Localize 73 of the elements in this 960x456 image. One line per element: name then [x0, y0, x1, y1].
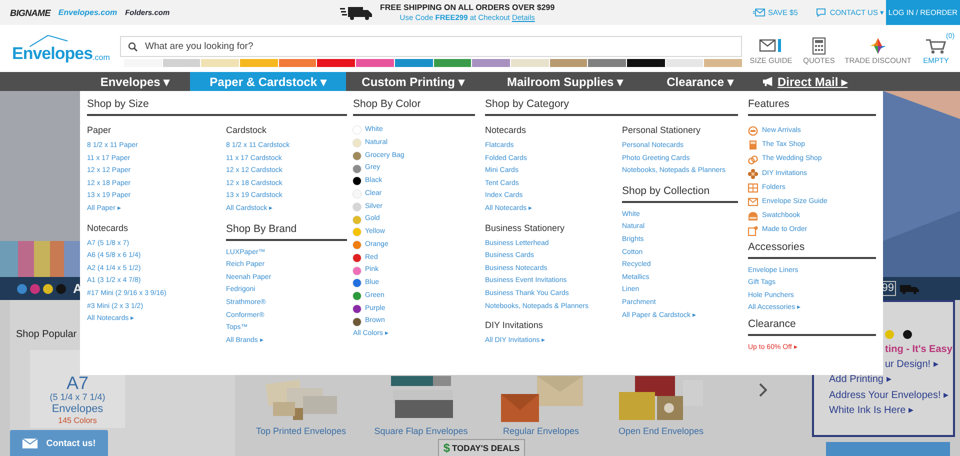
color-swatch[interactable]: [510, 59, 549, 67]
envelope-icon: [748, 197, 758, 208]
color-swatch[interactable]: [317, 59, 356, 67]
search-field[interactable]: What are you looking for?: [120, 36, 742, 57]
size-dimensions: (5 1/4 x 7 1/4): [48, 392, 106, 403]
menu-group-title: Notecards: [87, 222, 130, 234]
shipping-text: FREE SHIPPING ON ALL ORDERS OVER $299: [380, 2, 555, 12]
printing-link[interactable]: Address Your Envelopes! ▸: [829, 388, 953, 403]
cart-icon: [924, 36, 948, 54]
menu-heading: Shop By Color: [353, 97, 475, 116]
color-swatch[interactable]: [666, 59, 704, 67]
new-badge-icon: [748, 126, 758, 136]
rings-icon: [748, 154, 758, 164]
flower-icon: [748, 168, 758, 179]
product-link[interactable]: Square Flap Envelopes: [374, 426, 468, 437]
nav-tab[interactable]: Envelopes ▾: [80, 72, 190, 91]
color-swatch[interactable]: [356, 59, 394, 67]
site-logo[interactable]: Envelopes.com: [12, 34, 112, 64]
color-swatch[interactable]: [162, 59, 200, 67]
menu-group-title: Paper: [87, 124, 112, 136]
product-link[interactable]: Regular Envelopes: [502, 426, 580, 437]
envelope-icon: [22, 438, 38, 448]
product-label: Envelopes: [50, 403, 104, 416]
document-icon: [748, 226, 758, 236]
product-link[interactable]: Top Printed Envelopes: [256, 426, 346, 437]
menu-group-title: Business Stationery: [485, 222, 566, 234]
menu-heading: Accessories: [748, 240, 876, 259]
menu-heading: Shop by Category: [485, 97, 738, 116]
menu-group-title: Personal Stationery: [622, 124, 702, 136]
color-swatch[interactable]: [240, 59, 278, 67]
color-swatch[interactable]: [588, 59, 626, 67]
size-label: A7: [65, 374, 90, 392]
printing-link[interactable]: White Ink Is Here ▸: [829, 402, 953, 418]
printing-link[interactable]: Add Printing ▸: [829, 372, 953, 388]
envelope-icon: [753, 8, 765, 17]
calculator-icon: [748, 140, 758, 150]
menu-heading: Clearance: [748, 317, 876, 336]
menu-group-title: Notecards: [485, 124, 528, 136]
envelope-ruler-icon: [759, 36, 783, 54]
contact-button[interactable]: Contact us!: [10, 430, 108, 456]
site-logo[interactable]: Envelopes.com: [58, 8, 118, 17]
menu-heading: Shop by Collection: [622, 184, 738, 203]
nav-tab[interactable]: Direct Mail ▸: [750, 72, 860, 91]
chat-icon: [814, 8, 827, 17]
color-swatch[interactable]: [704, 59, 742, 67]
color-swatch[interactable]: [434, 59, 472, 67]
menu-heading: Shop by Size: [87, 97, 347, 116]
menu-group-title: Cardstock: [226, 124, 268, 136]
color-swatch[interactable]: [394, 59, 432, 67]
nav-tab[interactable]: Mailroom Supplies ▾: [480, 72, 650, 91]
color-count: 145 Colors: [57, 416, 98, 426]
section-title: Shop Popular: [16, 328, 77, 342]
truck-icon: [900, 284, 920, 294]
menu-heading: Shop By Brand: [226, 222, 347, 241]
menu-group-title: DIY Invitations: [485, 319, 544, 332]
color-swatch[interactable]: [626, 59, 665, 67]
search-icon: [128, 42, 138, 52]
color-swatch[interactable]: [472, 59, 510, 67]
tagline-text: ting - It's Easy: [884, 343, 953, 357]
nav-tab[interactable]: Custom Printing ▾: [346, 72, 480, 91]
swatch-fan-icon: [748, 211, 758, 222]
nav-tab[interactable]: Paper & Cardstock ▾: [190, 72, 346, 91]
folder-icon: [748, 182, 758, 193]
color-swatch[interactable]: [124, 59, 162, 67]
menu-heading: Features: [748, 97, 876, 116]
site-logo[interactable]: BIGNAME: [10, 8, 50, 18]
nav-tab[interactable]: Clearance ▾: [650, 72, 750, 91]
truck-icon: [340, 6, 374, 20]
color-swatch[interactable]: [278, 59, 316, 67]
color-swatch[interactable]: [550, 59, 588, 67]
deals-tab[interactable]: $ TODAY'S DEALS: [438, 439, 525, 456]
color-swatch[interactable]: [201, 59, 240, 67]
product-link[interactable]: Open End Envelopes: [618, 426, 704, 437]
